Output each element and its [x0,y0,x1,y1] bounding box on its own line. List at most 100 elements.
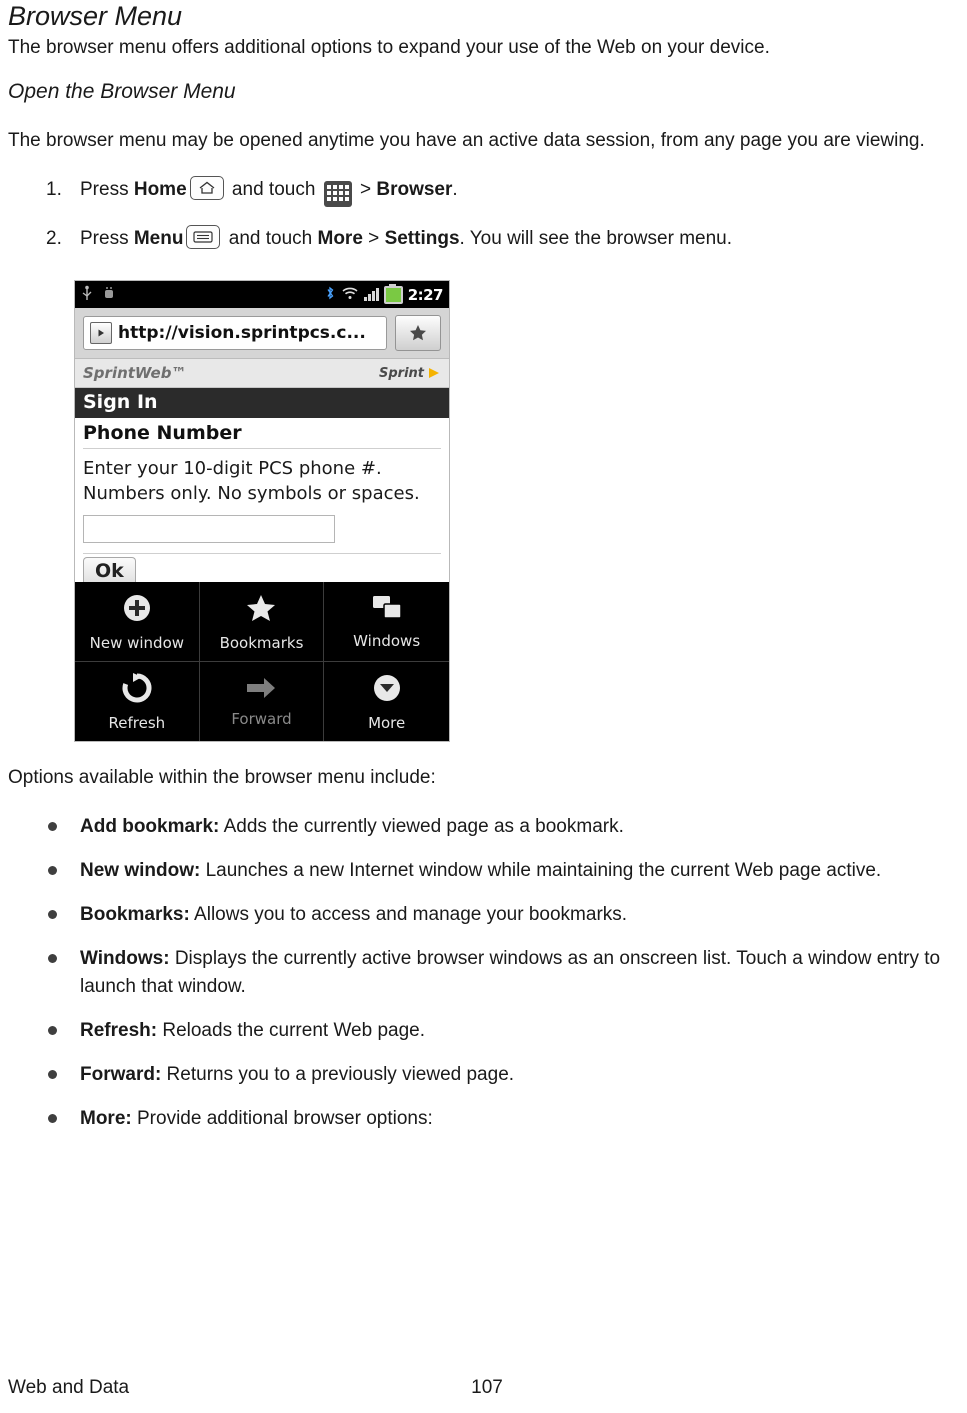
menu-label-windows: Windows [353,632,421,650]
menu-label-refresh: Refresh [108,714,166,732]
bullet-desc-bookmarks: Allows you to access and manage your boo… [189,904,628,925]
section-intro-paragraph: The browser menu may be opened anytime y… [8,130,925,151]
sprintweb-logo: SprintWeb™ [83,364,187,382]
bookmark-button[interactable] [395,315,441,351]
step-2-mid1: and touch [223,228,318,249]
step-1-mid2: > [354,179,377,200]
windows-icon [370,593,404,627]
battery-icon [383,283,403,304]
step-2-bold-settings: Settings [384,228,460,249]
footer-page-number: 107 [471,1377,503,1398]
signal-strength-icon [363,288,379,301]
signin-form: Phone Number Enter your 10-digit PCS pho… [75,418,449,582]
browser-url-bar[interactable]: http://vision.sprintpcs.c... [75,308,449,359]
status-bar: 2:27 [75,281,449,308]
options-bullet-list: Add bookmark: Adds the currently viewed … [8,813,959,1133]
sprint-logo: Sprint [379,366,441,381]
step-2: 2. Press Menu and touch More > Settings. … [8,225,959,253]
step-1-bold-home: Home [133,179,187,200]
status-bar-left [81,285,116,305]
bullet-windows: Windows: Displays the currently active b… [8,945,959,1001]
menu-label-more: More [368,714,406,732]
step-2-mid2: > [362,228,385,249]
step-1: 1. Press Home and touch > Browser. [8,176,959,207]
menu-label-forward: Forward [231,710,292,728]
go-arrow-icon[interactable] [90,322,112,344]
status-bar-right: 2:27 [324,283,444,305]
url-text: http://vision.sprintpcs.c... [118,323,366,343]
menu-label-new-window: New window [89,634,185,652]
menu-item-windows[interactable]: Windows [324,582,449,662]
apps-grid-icon [323,181,352,207]
page-footer: Web and Data 107 [0,1377,967,1399]
bullet-term-refresh: Refresh: [80,1020,158,1041]
menu-label-bookmarks: Bookmarks [219,634,304,652]
forward-arrow-icon [244,675,278,705]
step-2-number: 2. [46,228,62,249]
phone-screenshot-figure: 2:27 http://vision.sprintpcs.c... Sprint… [74,280,450,742]
bullet-new-window: New window: Launches a new Internet wind… [8,857,959,885]
browser-options-menu: New window Bookmarks Windows Refresh For… [75,582,449,741]
bullet-dot-icon [48,954,57,963]
step-1-bold-browser: Browser [376,179,453,200]
phone-number-label: Phone Number [83,422,441,449]
section-heading: Open the Browser Menu [8,80,236,103]
bullet-dot-icon [48,910,57,919]
footer-section-title: Web and Data [8,1377,130,1398]
ok-button[interactable]: Ok [83,557,136,582]
status-clock: 2:27 [407,285,444,304]
menu-item-more[interactable]: More [324,662,449,741]
bullet-add-bookmark: Add bookmark: Adds the currently viewed … [8,813,959,841]
menu-item-bookmarks[interactable]: Bookmarks [199,582,325,662]
step-2-bold-more: More [317,228,363,249]
bullet-desc-forward: Returns you to a previously viewed page. [161,1064,515,1085]
bullet-dot-icon [48,866,57,875]
bullet-term-forward: Forward: [80,1064,162,1085]
home-key-icon [189,176,224,200]
bluetooth-icon [324,285,336,305]
bullet-bookmarks: Bookmarks: Allows you to access and mana… [8,901,959,929]
more-chevron-icon [370,671,404,709]
bullet-desc-new-window: Launches a new Internet window while mai… [200,860,882,881]
menu-item-forward[interactable]: Forward [200,662,325,741]
signin-header: Sign In [75,388,449,418]
menu-item-refresh[interactable]: Refresh [75,662,200,741]
instruction-line-2: Numbers only. No symbols or spaces. [83,483,420,504]
bullet-dot-icon [48,1026,57,1035]
page-title: Browser Menu [8,1,183,31]
bullet-term-windows: Windows: [80,948,170,969]
step-1-mid1: and touch [226,179,321,200]
bullet-term-bookmarks: Bookmarks: [80,904,190,925]
document-page: Browser Menu The browser menu offers add… [0,0,967,1413]
android-debug-icon [102,285,116,305]
phone-number-input[interactable] [83,515,335,543]
bullet-term-new-window: New window: [80,860,201,881]
bullet-desc-refresh: Reloads the current Web page. [157,1020,425,1041]
instruction-line-1: Enter your 10-digit PCS phone #. [83,458,382,479]
plus-circle-icon [120,591,154,629]
bullet-term-more: More: [80,1108,132,1129]
step-2-pre: Press [80,228,134,249]
usb-icon [81,285,93,305]
bullet-forward: Forward: Returns you to a previously vie… [8,1061,959,1089]
instruction-text: Enter your 10-digit PCS phone #. Numbers… [83,449,441,506]
step-1-number: 1. [46,179,62,200]
bullet-term-add-bookmark: Add bookmark: [80,816,220,837]
star-icon [244,591,278,629]
menu-item-new-window[interactable]: New window [75,582,200,662]
sprint-brand-bar: SprintWeb™ Sprint [75,359,449,388]
bullet-more: More: Provide additional browser options… [8,1105,959,1133]
bullet-dot-icon [48,1114,57,1123]
bullet-desc-more: Provide additional browser options: [131,1108,433,1129]
options-intro-paragraph: Options available within the browser men… [8,767,436,788]
url-input[interactable]: http://vision.sprintpcs.c... [83,316,387,350]
bullet-dot-icon [48,1070,57,1079]
wifi-icon [341,286,359,304]
ok-button-row: Ok [83,553,441,582]
step-1-post: . [452,179,458,200]
step-2-post: . You will see the browser menu. [459,228,733,249]
step-1-pre: Press [80,179,134,200]
bullet-refresh: Refresh: Reloads the current Web page. [8,1017,959,1045]
bullet-desc-windows: Displays the currently active browser wi… [80,948,941,997]
bullet-dot-icon [48,822,57,831]
